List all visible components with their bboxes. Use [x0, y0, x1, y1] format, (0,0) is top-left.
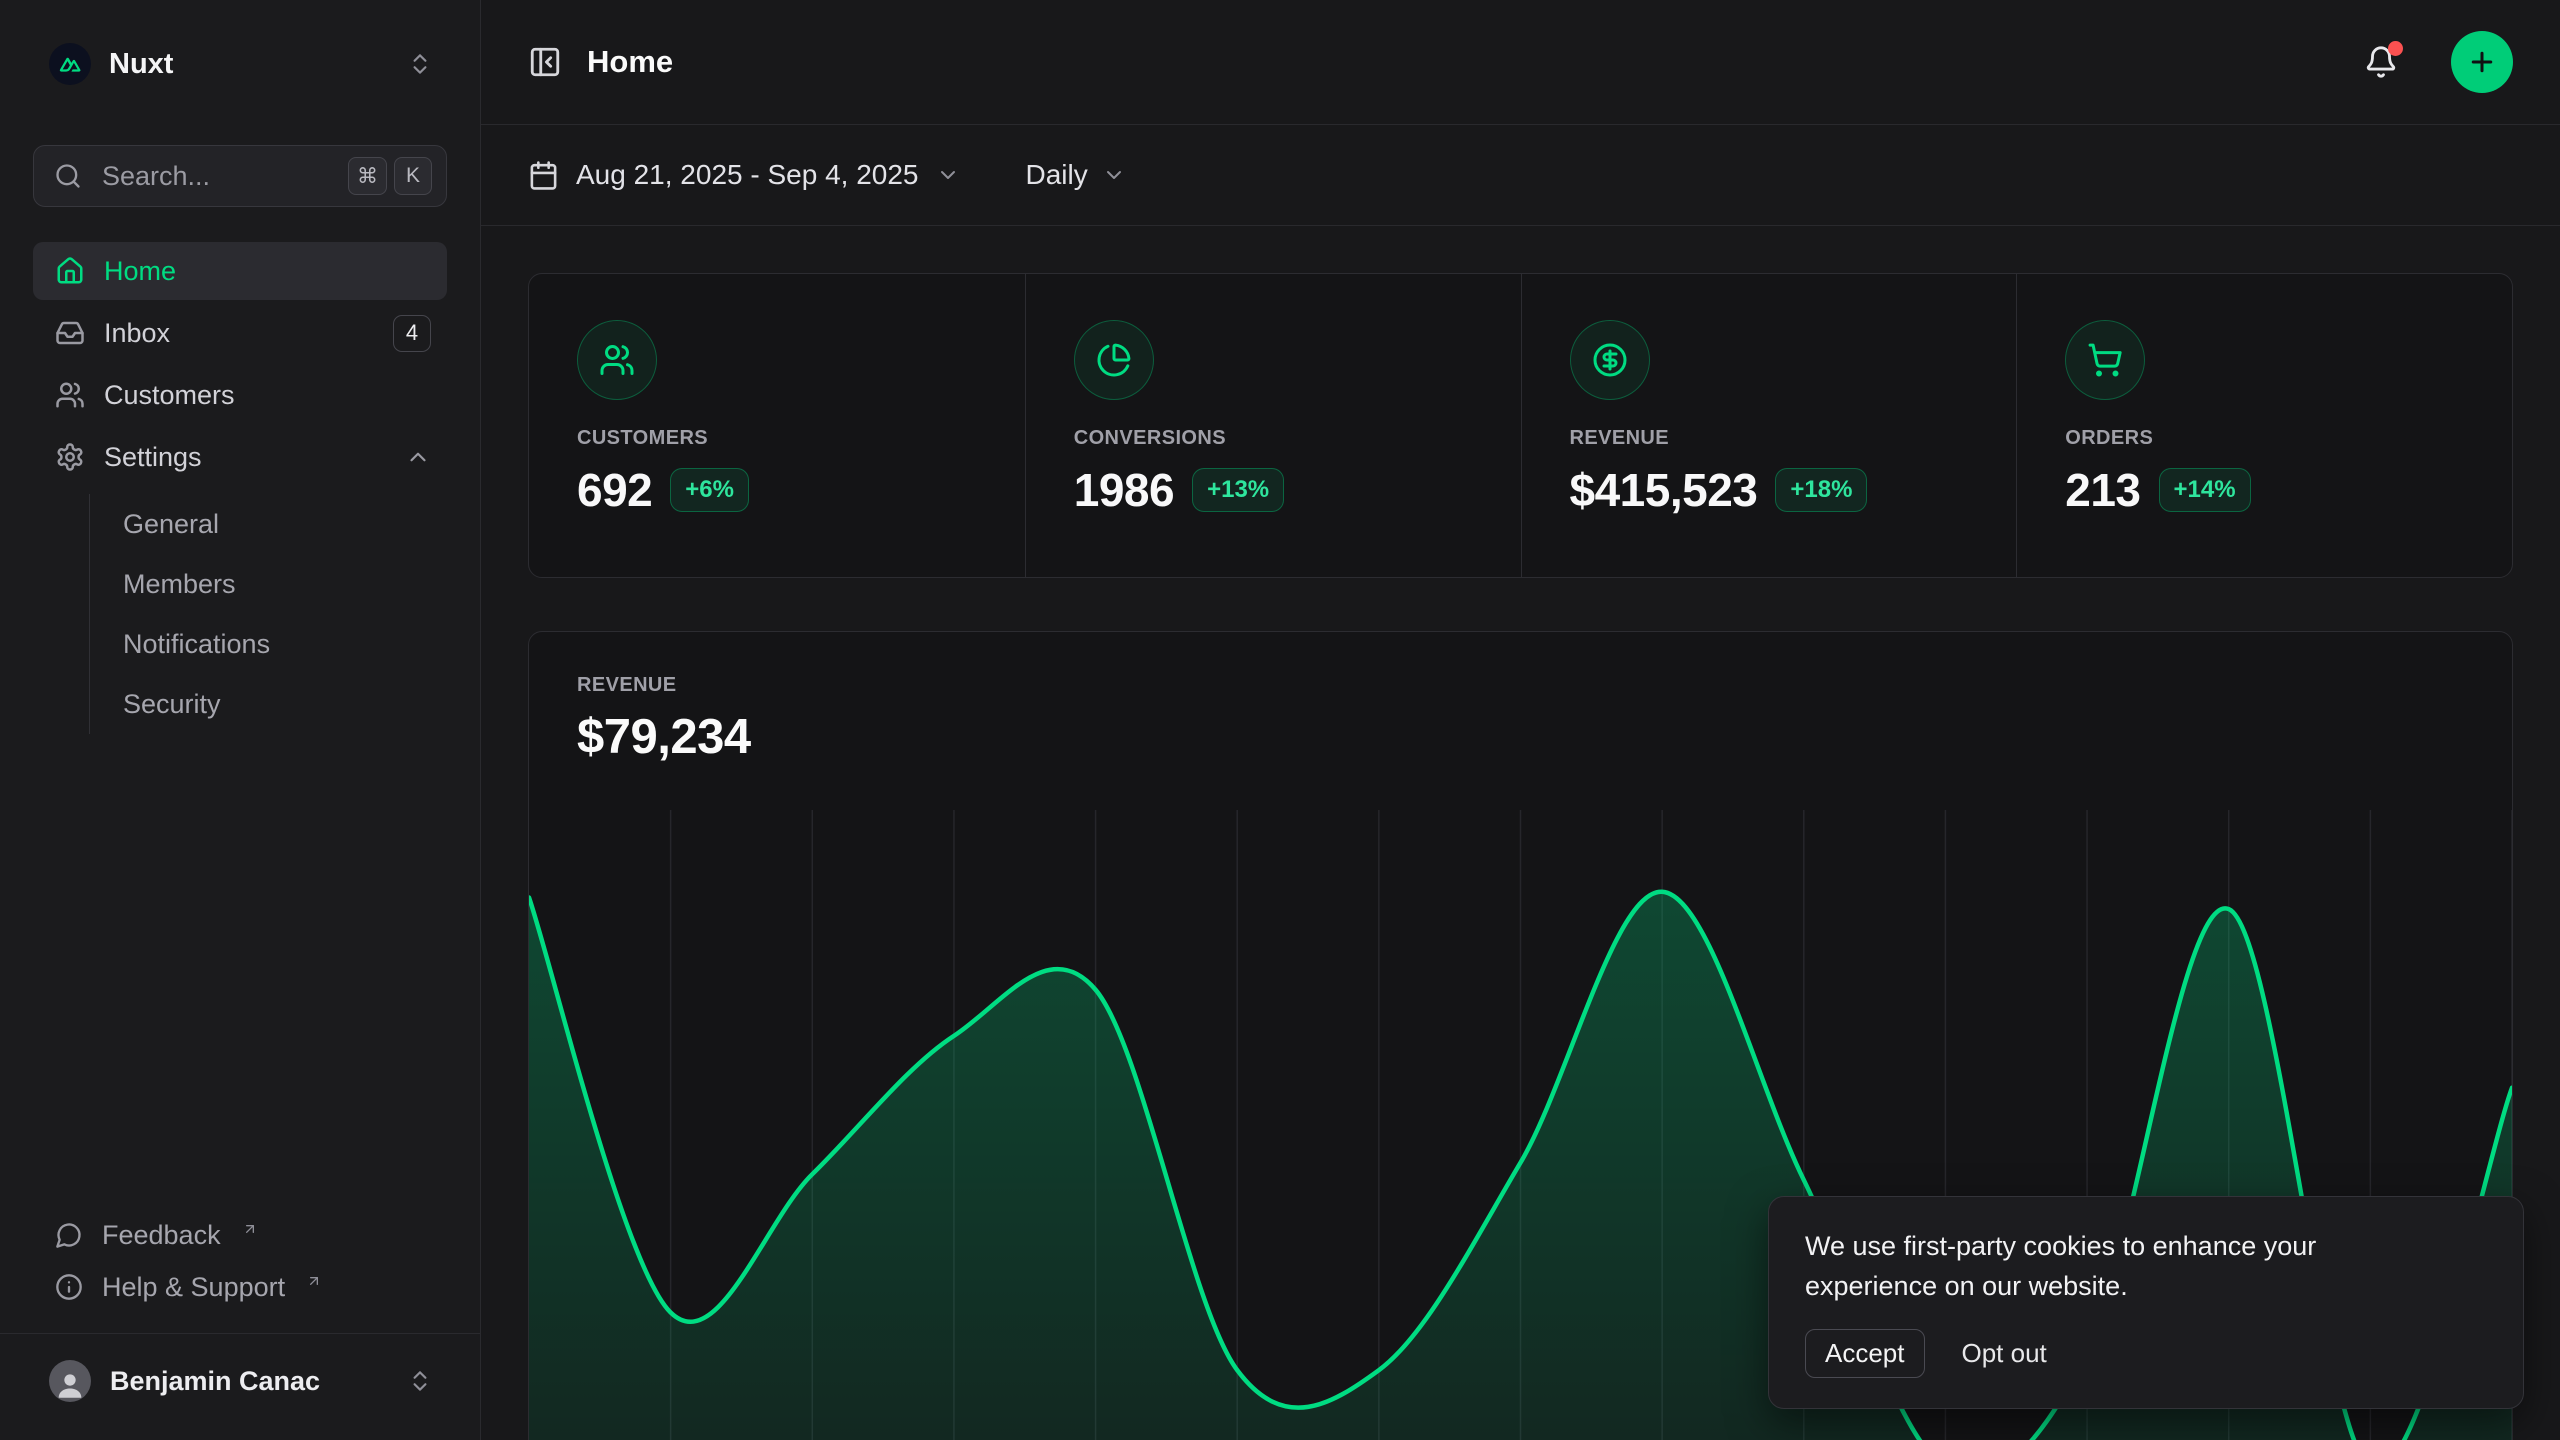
search-input[interactable]: Search... ⌘ K [33, 145, 447, 207]
filters-toolbar: Aug 21, 2025 - Sep 4, 2025 Daily [481, 125, 2560, 226]
external-link-icon [306, 1265, 322, 1296]
stat-value: 692 [577, 463, 652, 517]
footer-link-label: Help & Support [102, 1272, 285, 1303]
notification-dot [2388, 41, 2403, 56]
stat-label: ORDERS [2065, 427, 2464, 450]
sidebar-item-label: Customers [104, 380, 431, 411]
sidebar-item-settings[interactable]: Settings [33, 428, 447, 486]
kbd-cmd: ⌘ [348, 157, 387, 195]
chart-total-value: $79,234 [577, 709, 2464, 765]
avatar [49, 1360, 91, 1402]
search-placeholder: Search... [102, 161, 328, 192]
opt-out-button[interactable]: Opt out [1962, 1338, 2047, 1369]
granularity-value: Daily [1026, 159, 1088, 191]
stat-delta-badge: +6% [670, 468, 749, 512]
team-switcher[interactable]: Nuxt [33, 40, 447, 88]
stats-row: CUSTOMERS 692 +6% CONVERSIONS 1986 +13% [528, 273, 2513, 578]
sidebar-nav: Home Inbox 4 Customers Settings [33, 242, 447, 734]
sidebar-divider [0, 1333, 480, 1334]
dashboard-app: Nuxt Search... ⌘ K Home [0, 0, 2560, 1440]
inbox-count-badge: 4 [393, 315, 431, 352]
sidebar-spacer [33, 734, 447, 1209]
date-range-value: Aug 21, 2025 - Sep 4, 2025 [576, 159, 919, 191]
sidebar-item-general[interactable]: General [123, 494, 447, 554]
info-icon [55, 1273, 83, 1301]
sidebar-item-security[interactable]: Security [123, 674, 447, 734]
sidebar-item-notifications[interactable]: Notifications [123, 614, 447, 674]
stat-delta-badge: +13% [1192, 468, 1284, 512]
page-title: Home [587, 44, 2339, 80]
chevron-up-icon [405, 444, 431, 470]
notifications-button[interactable] [2364, 45, 2398, 79]
chevron-down-icon [1102, 163, 1126, 187]
feedback-icon [55, 1221, 83, 1249]
footer-link-label: Feedback [102, 1220, 221, 1251]
calendar-icon [528, 160, 559, 191]
help-support-link[interactable]: Help & Support [33, 1261, 447, 1313]
external-link-icon [242, 1213, 258, 1244]
sidebar-item-label: Inbox [104, 318, 374, 349]
search-shortcut: ⌘ K [348, 157, 432, 195]
sidebar: Nuxt Search... ⌘ K Home [0, 0, 481, 1440]
sidebar-item-label: Home [104, 256, 431, 287]
nuxt-logo-icon [49, 43, 91, 85]
chart-title: REVENUE [577, 674, 2464, 697]
pie-chart-icon [1074, 320, 1154, 400]
stat-card-conversions[interactable]: CONVERSIONS 1986 +13% [1025, 274, 1521, 577]
chevrons-up-down-icon [407, 1368, 433, 1394]
sidebar-collapse-icon[interactable] [528, 45, 562, 79]
dollar-circle-icon [1570, 320, 1650, 400]
stat-delta-badge: +14% [2159, 468, 2251, 512]
stat-card-orders[interactable]: ORDERS 213 +14% [2016, 274, 2512, 577]
page-header: Home [481, 0, 2560, 125]
sidebar-item-customers[interactable]: Customers [33, 366, 447, 424]
home-icon [55, 256, 85, 286]
settings-icon [55, 442, 85, 472]
granularity-select[interactable]: Daily [1026, 159, 1126, 191]
stat-delta-badge: +18% [1775, 468, 1867, 512]
stat-card-revenue[interactable]: REVENUE $415,523 +18% [1521, 274, 2017, 577]
kbd-k: K [394, 157, 432, 195]
sidebar-item-members[interactable]: Members [123, 554, 447, 614]
add-button[interactable] [2451, 31, 2513, 93]
stat-label: REVENUE [1570, 427, 1969, 450]
stat-value: 1986 [1074, 463, 1174, 517]
plus-icon [2467, 47, 2497, 77]
stat-value: $415,523 [1570, 463, 1758, 517]
date-range-picker[interactable]: Aug 21, 2025 - Sep 4, 2025 [528, 159, 960, 191]
feedback-link[interactable]: Feedback [33, 1209, 447, 1261]
user-menu[interactable]: Benjamin Canac [33, 1350, 447, 1412]
chevrons-up-down-icon [407, 51, 433, 77]
accept-button[interactable]: Accept [1805, 1329, 1925, 1378]
team-name: Nuxt [109, 48, 389, 81]
sidebar-item-label: Settings [104, 442, 386, 473]
sidebar-item-home[interactable]: Home [33, 242, 447, 300]
chevron-down-icon [936, 163, 960, 187]
users-icon [577, 320, 657, 400]
cookie-banner: We use first-party cookies to enhance yo… [1768, 1196, 2524, 1409]
cart-icon [2065, 320, 2145, 400]
cookie-message: We use first-party cookies to enhance yo… [1805, 1226, 2405, 1306]
stat-label: CONVERSIONS [1074, 427, 1473, 450]
stat-card-customers[interactable]: CUSTOMERS 692 +6% [529, 274, 1025, 577]
stat-label: CUSTOMERS [577, 427, 977, 450]
settings-subnav: General Members Notifications Security [89, 494, 447, 734]
search-icon [54, 162, 82, 190]
sidebar-item-inbox[interactable]: Inbox 4 [33, 304, 447, 362]
users-icon [55, 380, 85, 410]
stat-value: 213 [2065, 463, 2140, 517]
user-name: Benjamin Canac [110, 1366, 388, 1397]
inbox-icon [55, 318, 85, 348]
